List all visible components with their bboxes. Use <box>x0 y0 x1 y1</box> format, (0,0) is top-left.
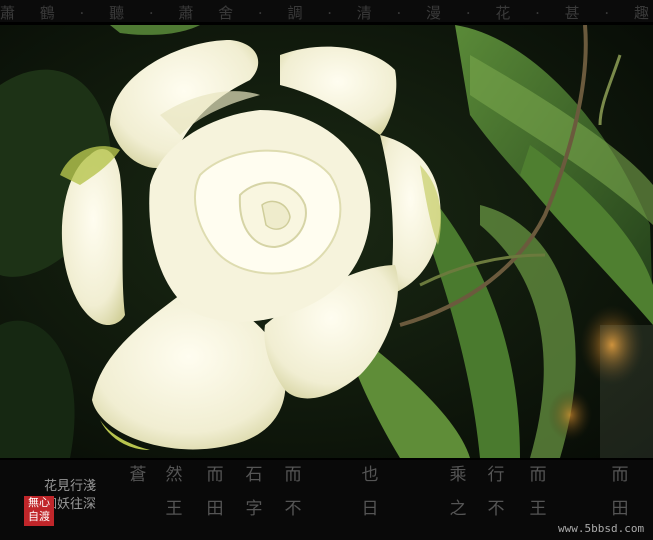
calligraphy-char: 田 <box>206 499 224 519</box>
flower-photograph <box>0 25 653 458</box>
calligraphy-char: 不 <box>284 499 302 519</box>
photo-frame: 蕭 鶴 · 聽 · 蕭 舍 · 調 · 清 · 漫 · 花 · 甚 · 趣 · … <box>0 0 653 540</box>
calligraphy-char: 而 <box>206 465 224 485</box>
calligraphy-char: 王 <box>165 499 183 519</box>
top-calligraphy-band: 蕭 鶴 · 聽 · 蕭 舍 · 調 · 清 · 漫 · 花 · 甚 · 趣 · … <box>0 0 653 22</box>
site-watermark: www.5bbsd.com <box>558 522 645 535</box>
calligraphy-char: 不 <box>487 499 505 519</box>
calligraphy-char: 行 <box>487 465 505 485</box>
calligraphy-char: 石 <box>245 465 263 485</box>
calligraphy-char: 田 <box>611 499 629 519</box>
calligraphy-char: 字 <box>245 499 263 519</box>
calligraphy-char: 而 <box>611 465 629 485</box>
gardenia-illustration <box>0 25 653 458</box>
calligraphy-char: 也 <box>361 465 379 485</box>
calligraphy-char: 然 <box>165 465 183 485</box>
calligraphy-char: 而 <box>529 465 547 485</box>
calligraphy-char: 乘 <box>449 465 467 485</box>
calligraphy-char: 王 <box>529 499 547 519</box>
calligraphy-char: 之 <box>449 499 467 519</box>
calligraphy-char: 日 <box>361 499 379 519</box>
bokeh-haze <box>600 325 653 458</box>
artist-inscription: 花見行淺 如妖往深 <box>44 479 97 512</box>
top-calligraphy-text: 蕭 鶴 · 聽 · 蕭 舍 · 調 · 清 · 漫 · 花 · 甚 · 趣 · … <box>0 4 653 22</box>
red-seal-stamp: 無心自渡 <box>24 496 54 526</box>
calligraphy-char: 而 <box>284 465 302 485</box>
bokeh-blur <box>548 389 592 441</box>
calligraphy-char: 蒼 <box>129 465 147 485</box>
